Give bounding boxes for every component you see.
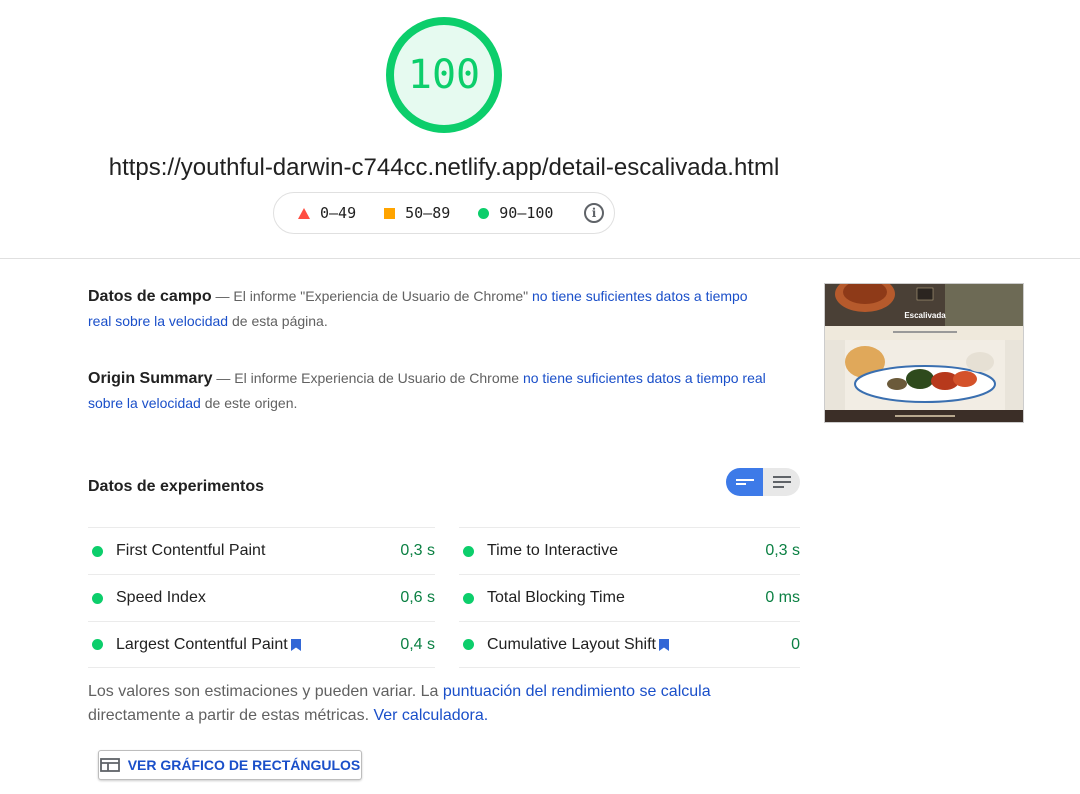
thumbnail-site-title: Escalivada: [904, 311, 946, 320]
pass-circle-icon: [92, 639, 103, 650]
metric-name: Time to Interactive: [487, 542, 619, 559]
final-screenshot-thumbnail[interactable]: Escalivada: [824, 283, 1024, 423]
origin-summary-text-after: de este origen.: [204, 395, 298, 411]
metric-name: First Contentful Paint: [116, 542, 266, 559]
section-divider: [0, 258, 1080, 259]
fail-triangle-icon: [298, 207, 310, 219]
metric-value: 0,3 s: [400, 542, 435, 559]
calculator-link[interactable]: Ver calculadora.: [373, 707, 488, 724]
field-data-text-after: de esta página.: [231, 313, 328, 329]
performance-score-value: 100: [407, 52, 481, 98]
treemap-icon: [99, 758, 120, 772]
metrics-column-left: First Contentful Paint 0,3 s Speed Index…: [88, 527, 435, 668]
metric-value: 0,3 s: [765, 542, 800, 559]
bookmark-icon: [658, 638, 669, 651]
origin-summary-title: Origin Summary: [88, 370, 213, 387]
pass-circle-icon: [463, 545, 474, 557]
metric-row: Cumulative Layout Shift 0: [459, 621, 800, 668]
metric-name: Largest Contentful Paint: [116, 635, 288, 653]
expanded-lines-icon: [772, 476, 791, 488]
legend-pass: 90–100: [478, 204, 553, 222]
lab-data-title: Datos de experimentos: [88, 478, 265, 495]
origin-summary-text: — El informe Experiencia de Usuario de C…: [216, 370, 520, 386]
metric-row: First Contentful Paint 0,3 s: [88, 527, 435, 574]
page-url: https://youthful-darwin-c744cc.netlify.a…: [108, 154, 780, 181]
metrics-disclaimer: Los valores son estimaciones y pueden va…: [88, 680, 728, 728]
pass-circle-icon: [92, 592, 103, 604]
metric-value: 0: [791, 635, 800, 653]
metric-name: Speed Index: [116, 589, 206, 606]
field-data-section: Datos de campo — El informe "Experiencia…: [88, 284, 768, 334]
compact-lines-icon: [735, 479, 754, 485]
metric-row: Largest Contentful Paint 0,4 s: [88, 621, 435, 668]
thumbnail-image: Escalivada: [825, 284, 1023, 422]
legend-pass-label: 90–100: [499, 204, 554, 222]
disclaimer-text-2: directamente a partir de estas métricas.: [88, 707, 370, 724]
metric-name-with-bookmark: Largest Contentful Paint: [116, 636, 400, 654]
info-icon[interactable]: i: [584, 203, 604, 223]
metric-value: 0 ms: [765, 589, 800, 606]
field-data-title: Datos de campo: [88, 288, 212, 305]
legend-average-label: 50–89: [405, 204, 451, 222]
metrics-view-toggle[interactable]: [726, 468, 800, 496]
metrics-column-right: Time to Interactive 0,3 s Total Blocking…: [459, 527, 800, 668]
view-treemap-button[interactable]: VER GRÁFICO DE RECTÁNGULOS: [98, 750, 362, 780]
bookmark-icon: [290, 638, 301, 651]
legend-average: 50–89: [384, 204, 450, 222]
metric-row: Total Blocking Time 0 ms: [459, 574, 800, 621]
metric-name: Total Blocking Time: [487, 589, 625, 606]
metric-row: Time to Interactive 0,3 s: [459, 527, 800, 574]
origin-summary-section: Origin Summary — El informe Experiencia …: [88, 366, 768, 416]
score-legend: 0–49 50–89 90–100 i: [273, 192, 615, 234]
toggle-expanded-view[interactable]: [763, 468, 800, 496]
metric-name: Cumulative Layout Shift: [487, 635, 656, 653]
toggle-summary-view[interactable]: [726, 468, 763, 496]
pass-circle-icon: [92, 545, 103, 557]
metric-value: 0,4 s: [400, 635, 435, 653]
field-data-text: — El informe "Experiencia de Usuario de …: [215, 288, 529, 304]
view-treemap-label: VER GRÁFICO DE RECTÁNGULOS: [127, 757, 361, 773]
average-square-icon: [384, 207, 396, 219]
pass-circle-icon: [463, 592, 474, 604]
metric-row: Speed Index 0,6 s: [88, 574, 435, 621]
pass-circle-icon: [478, 207, 490, 219]
metric-value: 0,6 s: [400, 589, 435, 606]
score-calculation-link[interactable]: puntuación del rendimiento se calcula: [443, 683, 711, 700]
legend-fail: 0–49: [298, 204, 356, 222]
disclaimer-text: Los valores son estimaciones y pueden va…: [88, 683, 439, 700]
pass-circle-icon: [463, 639, 474, 650]
metric-name-with-bookmark: Cumulative Layout Shift: [487, 636, 791, 654]
legend-fail-label: 0–49: [320, 204, 357, 222]
performance-score-gauge: 100: [384, 15, 504, 135]
